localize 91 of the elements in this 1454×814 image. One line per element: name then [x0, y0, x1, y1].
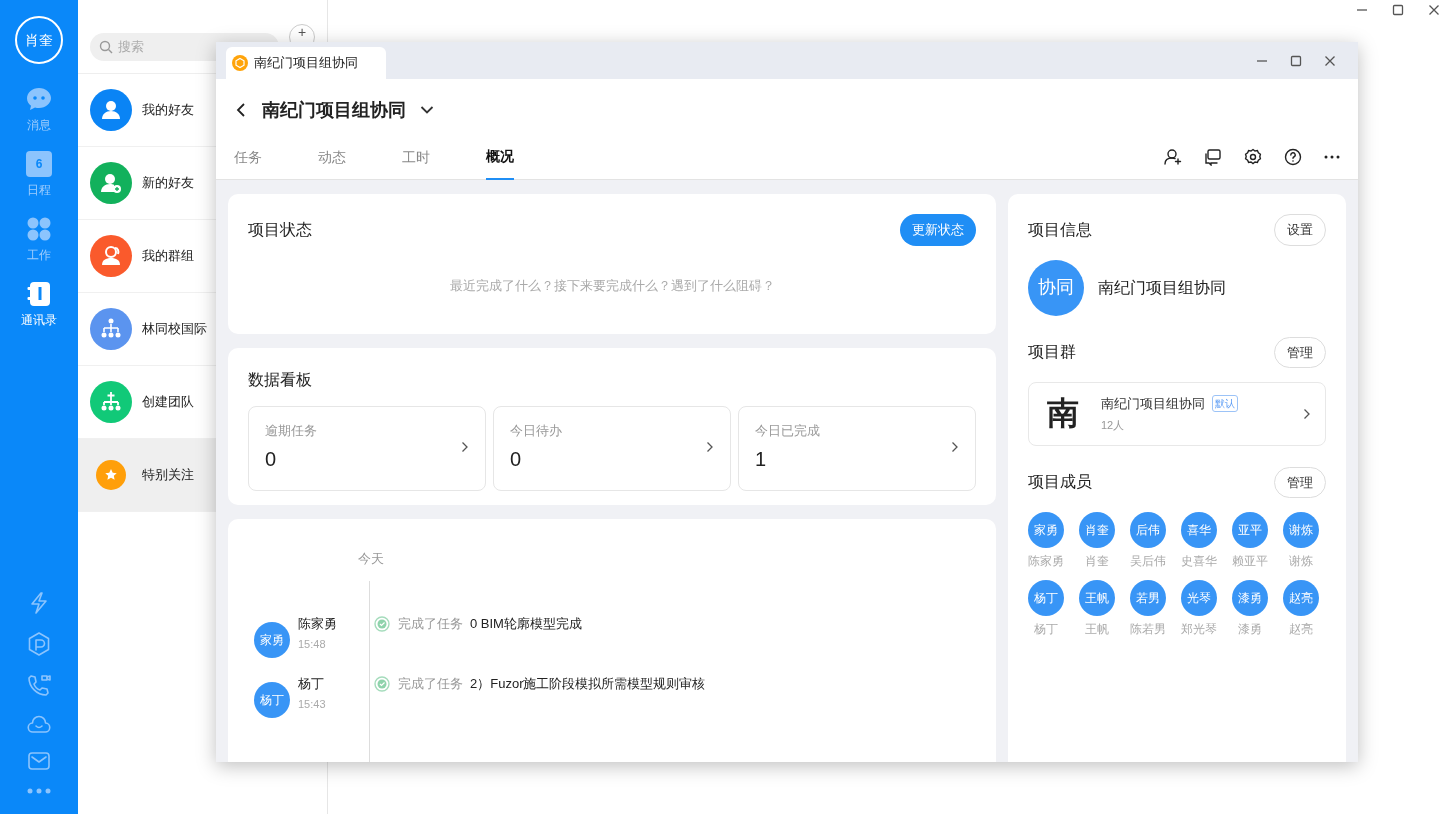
date-label: 今天	[358, 549, 385, 568]
member-name: 史喜华	[1181, 553, 1217, 571]
stat-label: 逾期任务	[265, 421, 318, 440]
time-label: 15:43	[298, 696, 327, 712]
nav-item[interactable]: 消息	[26, 86, 52, 134]
user-avatar: 家勇	[254, 622, 290, 658]
status-hint: 最近完成了什么？接下来要完成什么？遇到了什么阻碍？	[448, 276, 776, 295]
member-avatar[interactable]: 漆勇	[1232, 580, 1268, 617]
member-avatar[interactable]: 光琴	[1181, 580, 1217, 617]
member-name: 陈家勇	[1028, 553, 1064, 571]
close-icon	[1324, 54, 1336, 67]
stat-card[interactable]: 逾期任务 0	[248, 405, 486, 491]
stat-label: 今日待办	[510, 421, 563, 440]
stat-value: 0	[510, 446, 523, 472]
member-name: 郑光琴	[1181, 621, 1217, 639]
member-avatar[interactable]: 谢炼	[1283, 512, 1319, 549]
project-avatar: 协同	[1028, 259, 1084, 316]
member-avatar[interactable]: 亚平	[1232, 512, 1268, 549]
stat-label: 今日已完成	[755, 421, 821, 440]
group-name: 南纪门项目组协同	[1101, 395, 1205, 414]
member-name: 杨丁	[1034, 621, 1058, 639]
help-icon[interactable]	[1284, 148, 1302, 166]
chevron-right-icon	[706, 441, 714, 453]
chevron-right-icon	[461, 441, 469, 453]
member-avatar[interactable]: 赵亮	[1283, 580, 1319, 617]
card-title: 数据看板	[248, 369, 313, 390]
group-item[interactable]: 南 南纪门项目组协同 默认 12人	[1028, 382, 1326, 446]
member-name: 赵亮	[1289, 621, 1313, 639]
stat-value: 0	[265, 446, 278, 472]
member-avatar[interactable]: 若男	[1130, 580, 1166, 617]
manage-button[interactable]: 管理	[1274, 336, 1326, 368]
back-button[interactable]	[234, 102, 248, 118]
section-title: 项目群	[1028, 342, 1076, 363]
member-name: 王帆	[1085, 621, 1109, 639]
manage-button[interactable]: 管理	[1274, 466, 1326, 499]
activity-text: 完成了任务	[398, 675, 463, 693]
section-title: 项目成员	[1028, 472, 1092, 493]
task-link[interactable]: 0 BIM轮廓模型完成	[470, 614, 582, 634]
logo-icon	[232, 55, 248, 71]
window-tab[interactable]: 南纪门项目组协同	[226, 47, 386, 79]
address-book-icon[interactable]	[26, 281, 52, 307]
user-name: 杨丁	[298, 675, 325, 693]
tab[interactable]: 工时	[402, 134, 430, 180]
back-icon	[236, 102, 246, 118]
member-avatar[interactable]: 喜华	[1181, 512, 1217, 549]
member-avatar[interactable]: 后伟	[1130, 512, 1166, 549]
member-name: 漆勇	[1238, 621, 1262, 639]
member-avatar[interactable]: 肖奎	[1079, 512, 1115, 549]
search-icon	[99, 39, 113, 54]
check-icon	[374, 676, 390, 692]
section-title: 项目信息	[1028, 219, 1092, 240]
member-avatar[interactable]: 家勇	[1028, 512, 1064, 549]
project-name: 南纪门项目组协同	[1098, 277, 1226, 298]
dropdown-icon[interactable]	[420, 105, 434, 115]
nav-item[interactable]: 6 日程	[26, 151, 52, 199]
settings-icon[interactable]	[1244, 148, 1262, 166]
maximize-icon	[1290, 54, 1302, 67]
group-logo: 南	[1046, 393, 1080, 434]
stat-card[interactable]: 今日待办 0	[493, 405, 731, 491]
check-icon	[374, 616, 390, 632]
user-avatar[interactable]: 肖奎	[15, 16, 63, 64]
nav-item[interactable]: 通讯录	[21, 281, 57, 329]
stat-value: 1	[755, 446, 768, 472]
nav-item[interactable]: 工作	[26, 216, 52, 264]
member-name: 吴后伟	[1130, 553, 1166, 571]
task-link[interactable]: 2）Fuzor施工阶段模拟所需模型规则审核	[470, 674, 706, 694]
chevron-right-icon	[951, 441, 959, 453]
user-avatar: 杨丁	[254, 682, 290, 718]
settings-button[interactable]: 设置	[1274, 214, 1326, 246]
member-count: 12人	[1101, 418, 1126, 434]
user-name: 陈家勇	[298, 615, 338, 633]
stat-card[interactable]: 今日已完成 1	[738, 405, 976, 491]
maximize-icon	[1392, 4, 1404, 16]
maximize-button[interactable]	[1390, 2, 1406, 18]
time-label: 15:48	[298, 636, 327, 652]
chat-icon[interactable]	[1204, 148, 1222, 166]
member-name: 谢炼	[1289, 553, 1313, 571]
member-name: 陈若男	[1130, 621, 1166, 639]
tab[interactable]: 概况	[486, 134, 514, 180]
activity-text: 完成了任务	[398, 615, 463, 633]
card-title: 项目状态	[248, 219, 312, 240]
member-name: 赖亚平	[1232, 553, 1268, 571]
calendar-icon[interactable]: 6	[26, 151, 52, 177]
default-tag: 默认	[1212, 395, 1238, 413]
update-status-button[interactable]: 更新状态	[900, 214, 976, 246]
chevron-right-icon	[1303, 407, 1311, 420]
person-add-icon[interactable]	[1164, 148, 1182, 166]
close-icon	[1428, 4, 1440, 16]
member-avatar[interactable]: 杨丁	[1028, 580, 1064, 617]
member-name: 肖奎	[1085, 553, 1109, 571]
member-avatar[interactable]: 王帆	[1079, 580, 1115, 617]
